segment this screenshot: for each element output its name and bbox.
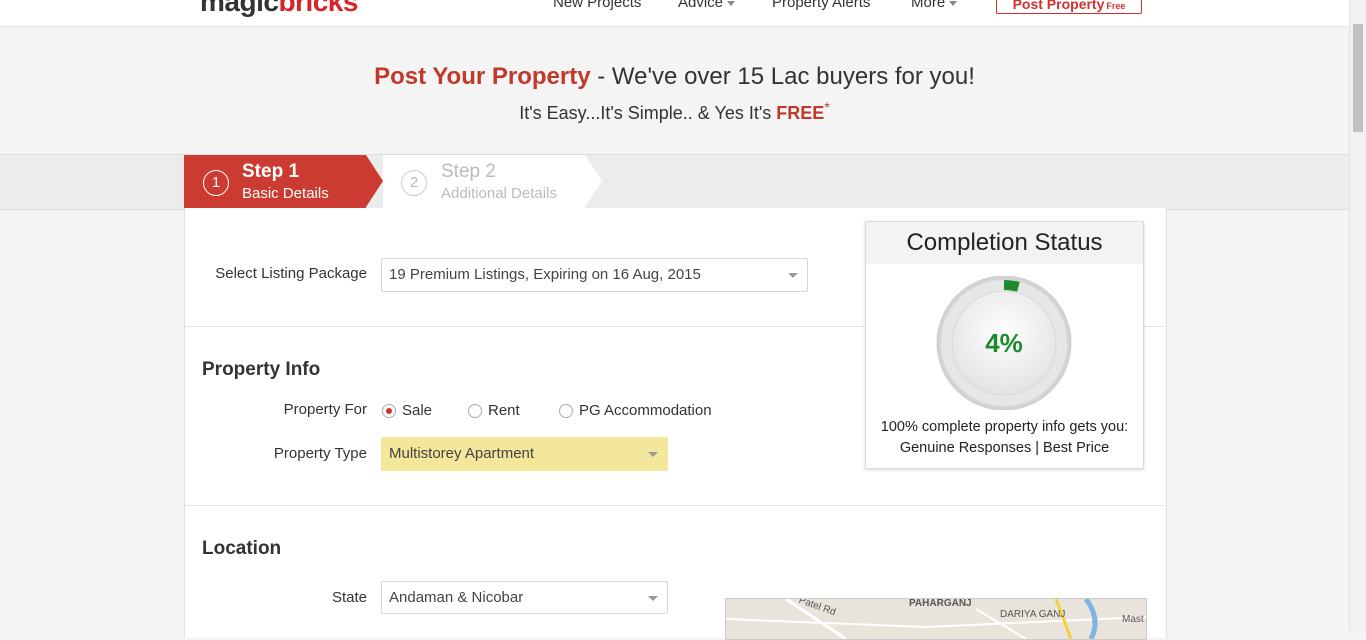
completion-percent: 4%: [985, 328, 1023, 358]
step-2-subtitle: Additional Details: [441, 185, 557, 202]
state-label: State: [331, 589, 367, 606]
radio-rent[interactable]: Rent: [468, 402, 520, 419]
hero-banner: Post Your Property - We've over 15 Lac b…: [0, 27, 1349, 154]
location-map[interactable]: Patel Rd PAHARGANJ DARIYA GANJ Mast: [725, 598, 1147, 640]
radio-sale-label: Sale: [402, 402, 433, 419]
listing-package-value: 19 Premium Listings, Expiring on 16 Aug,…: [389, 266, 701, 283]
post-property-free-tag: Free: [1106, 1, 1126, 11]
scrollbar-thumb[interactable]: [1353, 24, 1363, 132]
chevron-down-icon: [727, 0, 736, 6]
step-1-arrow: [366, 155, 383, 207]
property-for-label: Property For: [283, 401, 367, 418]
nav-advice-label: Advice: [678, 0, 724, 11]
hero-subtitle-asterisk: *: [824, 99, 830, 115]
step-1-title: Step 1: [242, 161, 300, 182]
chevron-down-icon: [949, 0, 958, 6]
radio-empty-icon: [559, 404, 573, 418]
map-label-dariya-ganj: DARIYA GANJ: [1000, 609, 1066, 620]
completion-progress-arc: [1003, 280, 1020, 292]
listing-package-select[interactable]: 19 Premium Listings, Expiring on 16 Aug,…: [381, 258, 808, 292]
section-divider: [184, 505, 1165, 506]
nav-new-projects[interactable]: New Projects: [553, 0, 641, 11]
top-navigation-bar: magicbricks New Projects Advice Property…: [0, 0, 1349, 27]
property-type-select[interactable]: Multistorey Apartment: [381, 437, 668, 471]
step-1-number: 1: [203, 170, 229, 196]
site-logo[interactable]: magicbricks: [200, 0, 358, 18]
step-2-number: 2: [401, 170, 427, 196]
radio-pg-label: PG Accommodation: [579, 402, 712, 419]
chevron-down-icon: [648, 596, 658, 601]
hero-subtitle-text: It's Easy...It's Simple.. & Yes It's: [519, 103, 777, 123]
map-label-mast: Mast: [1122, 614, 1144, 625]
completion-benefit-line2: Genuine Responses | Best Price: [899, 440, 1110, 456]
state-value: Andaman & Nicobar: [389, 589, 524, 606]
step-1-tab[interactable]: 1 Step 1 Basic Details: [184, 155, 366, 208]
radio-empty-icon: [468, 404, 482, 418]
hero-subtitle: It's Easy...It's Simple.. & Yes It's FRE…: [0, 99, 1349, 124]
step-2-tab[interactable]: 2 Step 2 Additional Details: [383, 155, 585, 208]
hero-subtitle-free: FREE: [776, 103, 825, 123]
radio-rent-label: Rent: [488, 402, 520, 419]
listing-package-label: Select Listing Package: [215, 265, 367, 282]
hero-title-rest: - We've over 15 Lac buyers for you!: [590, 63, 975, 90]
nav-more-label: More: [911, 0, 946, 11]
completion-status-card: Completion Status 4% 100% complete prope…: [865, 221, 1144, 469]
map-label-paharganj: PAHARGANJ: [909, 598, 972, 609]
nav-more[interactable]: More: [911, 0, 958, 11]
hero-title-highlight: Post Your Property: [374, 63, 591, 90]
location-heading: Location: [202, 538, 282, 559]
state-select[interactable]: Andaman & Nicobar: [381, 581, 668, 614]
completion-status-title: Completion Status: [866, 222, 1143, 264]
radio-pg-accommodation[interactable]: PG Accommodation: [559, 402, 712, 419]
radio-selected-icon: [382, 404, 396, 418]
property-info-heading: Property Info: [202, 359, 321, 380]
logo-text-part2: bricks: [278, 0, 358, 17]
property-type-label: Property Type: [273, 445, 367, 462]
post-property-button[interactable]: Post Property Free: [996, 0, 1142, 14]
radio-sale[interactable]: Sale: [382, 402, 432, 419]
chevron-down-icon: [788, 273, 798, 278]
step-2-title: Step 2: [441, 161, 496, 182]
property-type-value: Multistorey Apartment: [389, 445, 535, 462]
post-property-label: Post Property: [1012, 0, 1105, 12]
logo-text-part1: magic: [200, 0, 279, 17]
hero-title: Post Your Property - We've over 15 Lac b…: [0, 63, 1349, 91]
page-scrollbar[interactable]: [1349, 0, 1366, 631]
step-1-subtitle: Basic Details: [242, 185, 329, 202]
step-2-arrow: [585, 155, 602, 207]
completion-gauge: 4%: [936, 276, 1072, 410]
completion-benefit-line1: 100% complete property info gets you:: [880, 419, 1129, 435]
chevron-down-icon: [648, 452, 658, 457]
nav-advice[interactable]: Advice: [678, 0, 736, 11]
nav-property-alerts[interactable]: Property Alerts: [772, 0, 870, 11]
